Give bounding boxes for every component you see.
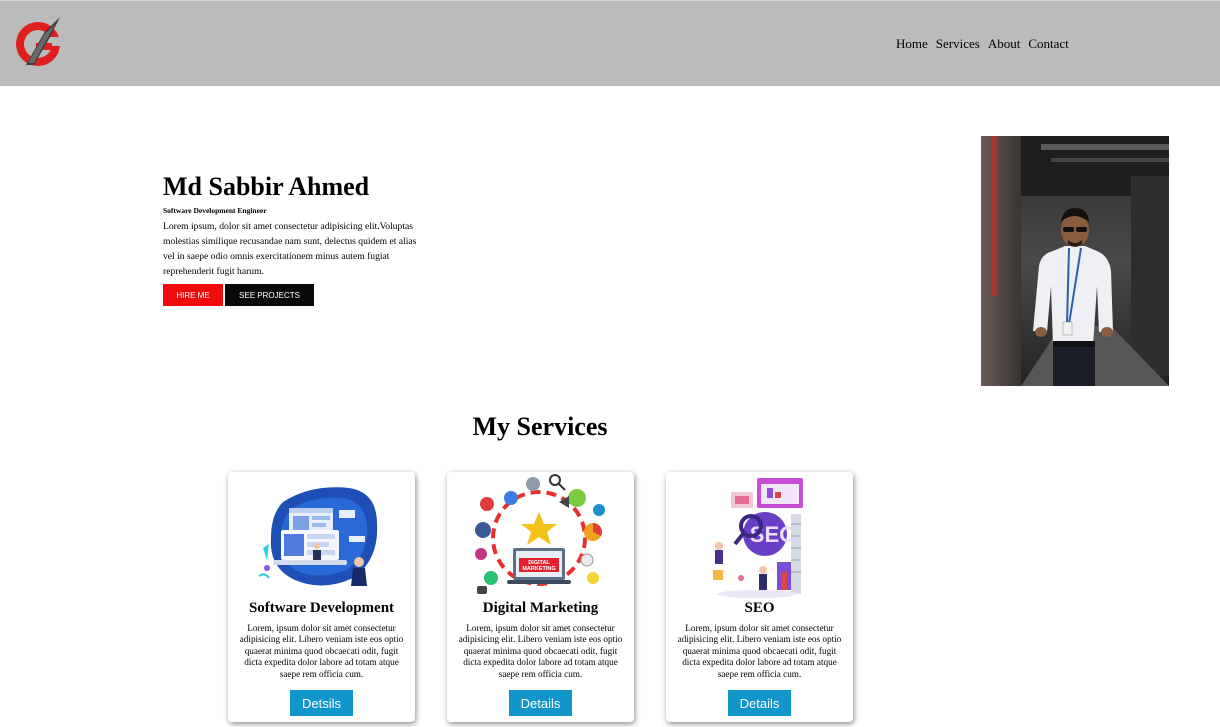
site-logo-icon[interactable] (14, 15, 66, 69)
seo-illustration: SEO (691, 474, 829, 600)
marketing-details-button[interactable]: Details (509, 690, 572, 716)
nav-services-link[interactable]: Services (932, 36, 984, 52)
hero-description: Lorem ipsum, dolor sit amet consectetur … (163, 221, 417, 277)
service-card-software: Software Development Lorem, ipsum dolor … (228, 472, 415, 722)
service-card-text: Lorem, ipsum dolor sit amet consectetur … (677, 623, 842, 679)
profile-photo (981, 136, 1169, 386)
site-header: Home Services About Contact (0, 0, 1220, 86)
hero-role: Software Development Engineer (163, 206, 267, 215)
service-card-title: Digital Marketing (482, 600, 599, 616)
main-nav: Home Services About Contact (892, 36, 1073, 52)
nav-home-link[interactable]: Home (892, 36, 932, 52)
hire-me-button[interactable]: HIRE ME (163, 284, 223, 306)
digital-marketing-image-text-2: MARKETING (522, 566, 555, 572)
digital-marketing-illustration: DIGITAL MARKETING (469, 474, 613, 600)
service-card-marketing: DIGITAL MARKETING Digital Marketing Lore… (447, 472, 634, 722)
seo-details-button[interactable]: Details (728, 690, 791, 716)
service-card-title: SEO (744, 600, 775, 616)
service-card-title: Software Development (248, 600, 395, 616)
services-title: My Services (472, 412, 608, 441)
service-card-text: Lorem, ipsum dolor sit amet consectetur … (239, 623, 404, 679)
see-projects-button[interactable]: SEE PROJECTS (225, 284, 314, 306)
software-development-illustration (253, 474, 391, 600)
nav-contact-link[interactable]: Contact (1024, 36, 1072, 52)
software-details-button[interactable]: Detsils (290, 690, 353, 716)
service-card-text: Lorem, ipsum dolor sit amet consectetur … (458, 623, 623, 679)
service-card-seo: SEO SEO Lorem, ipsum dolor sit amet cons… (666, 472, 853, 722)
nav-about-link[interactable]: About (984, 36, 1025, 52)
hero-name: Md Sabbir Ahmed (163, 172, 370, 201)
